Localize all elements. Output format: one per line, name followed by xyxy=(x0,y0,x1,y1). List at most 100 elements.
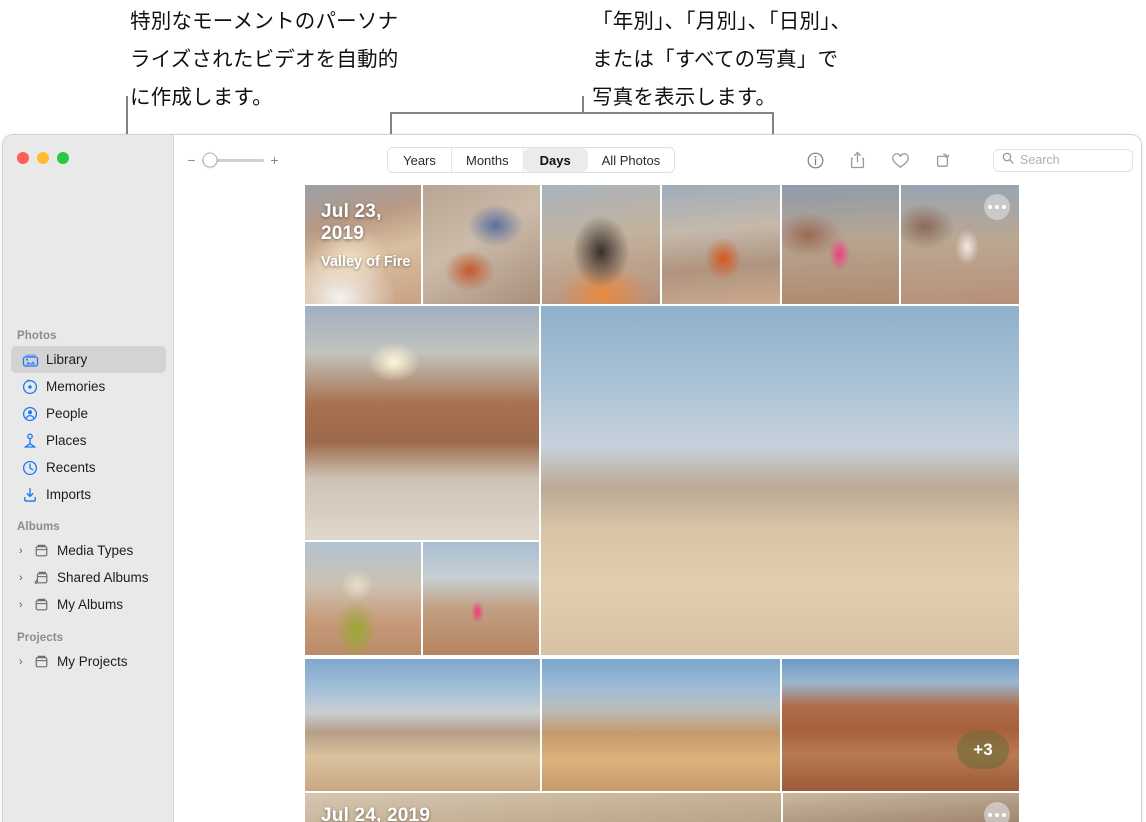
sidebar-item-media-types[interactable]: › Media Types xyxy=(11,537,166,564)
sidebar-item-people[interactable]: People xyxy=(11,400,166,427)
photo-thumbnail[interactable]: Jul 24, 2019 xyxy=(305,793,781,822)
photo-grid: Jul 23, 2019 Valley of Fire xyxy=(305,185,1019,822)
photo-thumbnail[interactable] xyxy=(305,542,421,655)
callout-bracket-left-end xyxy=(390,112,392,134)
day-group-date: Jul 24, 2019 xyxy=(321,805,430,822)
sidebar-item-label: Shared Albums xyxy=(57,570,149,585)
chevron-right-icon[interactable]: › xyxy=(19,572,30,584)
photo-row xyxy=(305,306,1019,657)
sidebar-item-places[interactable]: Places xyxy=(11,427,166,454)
sidebar-item-shared-albums[interactable]: › Shared Albums xyxy=(11,564,166,591)
photo-column xyxy=(305,306,539,657)
tab-years[interactable]: Years xyxy=(388,148,452,172)
sidebar-section-header-projects: Projects xyxy=(3,632,63,648)
photo-thumbnail[interactable] xyxy=(901,185,1019,304)
album-icon xyxy=(32,596,50,614)
sidebar-item-recents[interactable]: Recents xyxy=(11,454,166,481)
day-group-header: Jul 24, 2019 xyxy=(321,805,430,822)
minimize-button[interactable] xyxy=(37,152,49,164)
photo-thumbnail[interactable] xyxy=(423,185,541,304)
photos-app-window: Photos Library xyxy=(2,134,1142,822)
zoom-in-label[interactable]: + xyxy=(270,152,279,168)
info-icon[interactable] xyxy=(807,152,824,169)
share-icon[interactable] xyxy=(849,151,866,169)
sidebar: Photos Library xyxy=(3,135,174,822)
people-icon xyxy=(21,405,39,423)
photo-row: Jul 24, 2019 xyxy=(305,793,1019,822)
chevron-right-icon[interactable]: › xyxy=(19,656,30,668)
overflow-count-badge[interactable]: +3 xyxy=(957,731,1009,769)
photo-thumbnail[interactable] xyxy=(782,185,900,304)
places-icon xyxy=(21,432,39,450)
zoom-slider-track[interactable] xyxy=(202,159,264,162)
day-group-location: Valley of Fire xyxy=(321,254,421,270)
photo-thumbnail[interactable]: +3 xyxy=(782,659,1019,791)
sidebar-item-label: People xyxy=(46,406,88,421)
imports-icon xyxy=(21,486,39,504)
tab-days[interactable]: Days xyxy=(524,148,588,172)
sidebar-item-my-albums[interactable]: › My Albums xyxy=(11,591,166,618)
sidebar-item-label: Library xyxy=(46,352,87,367)
sidebar-item-label: My Projects xyxy=(57,654,128,669)
sidebar-item-label: Places xyxy=(46,433,87,448)
photo-thumbnail[interactable] xyxy=(305,306,539,540)
sidebar-item-label: Recents xyxy=(46,460,96,475)
toolbar-icon-group xyxy=(807,151,953,169)
photo-row: Jul 23, 2019 Valley of Fire xyxy=(305,185,1019,304)
photo-thumbnail[interactable] xyxy=(783,793,1019,822)
memories-icon xyxy=(21,378,39,396)
search-field[interactable]: Search xyxy=(993,149,1133,172)
photo-thumbnail[interactable] xyxy=(542,185,660,304)
day-group-date: Jul 23, 2019 xyxy=(321,201,421,245)
photo-thumbnail[interactable] xyxy=(542,659,779,791)
sidebar-item-imports[interactable]: Imports xyxy=(11,481,166,508)
callout-bracket-top xyxy=(390,112,774,114)
zoom-slider-knob[interactable] xyxy=(203,153,218,168)
photo-thumbnail[interactable] xyxy=(541,306,1019,655)
callout-bracket-right-end xyxy=(772,112,774,134)
sidebar-group-albums: › Media Types › xyxy=(3,537,174,618)
sidebar-item-label: Media Types xyxy=(57,543,133,558)
photo-thumbnail[interactable]: Jul 23, 2019 Valley of Fire xyxy=(305,185,421,304)
album-icon xyxy=(32,653,50,671)
sidebar-item-my-projects[interactable]: › My Projects xyxy=(11,648,166,675)
ellipsis-icon[interactable] xyxy=(984,802,1010,822)
sidebar-item-library[interactable]: Library xyxy=(11,346,166,373)
tab-months[interactable]: Months xyxy=(452,148,524,172)
content-pane: − + Years Months Days All Photos xyxy=(175,135,1141,822)
sidebar-section-header-photos: Photos xyxy=(3,330,57,346)
zoom-slider[interactable]: − + xyxy=(187,152,279,168)
zoom-out-label[interactable]: − xyxy=(187,152,196,168)
chevron-right-icon[interactable]: › xyxy=(19,545,30,557)
photo-row: +3 xyxy=(305,659,1019,791)
sidebar-item-label: My Albums xyxy=(57,597,123,612)
photo-row xyxy=(305,542,539,655)
tab-all-photos[interactable]: All Photos xyxy=(588,148,675,172)
photo-thumbnail[interactable] xyxy=(662,185,780,304)
chevron-right-icon[interactable]: › xyxy=(19,599,30,611)
sidebar-section-header-albums: Albums xyxy=(3,521,60,537)
day-group-header: Jul 23, 2019 Valley of Fire xyxy=(321,201,421,270)
callout-text-memories: 特別なモーメントのパーソナ ライズされたビデオを自動的 に作成します。 xyxy=(130,2,530,116)
recents-icon xyxy=(21,459,39,477)
sidebar-group-photos: Library Memories xyxy=(3,346,174,508)
photo-thumbnail[interactable] xyxy=(305,659,540,791)
rotate-icon[interactable] xyxy=(935,151,953,169)
callout-text-view-modes: 「年別」、「月別」、「日別」、 または「すべての写真」で 写真を表示します。 xyxy=(592,2,952,116)
ellipsis-icon[interactable] xyxy=(984,194,1010,220)
close-button[interactable] xyxy=(17,152,29,164)
sidebar-item-label: Imports xyxy=(46,487,91,502)
search-icon xyxy=(1002,151,1014,169)
sidebar-item-memories[interactable]: Memories xyxy=(11,373,166,400)
favorite-icon[interactable] xyxy=(891,152,910,169)
shared-album-icon xyxy=(32,569,50,587)
album-icon xyxy=(32,542,50,560)
library-icon xyxy=(21,351,39,369)
toolbar: − + Years Months Days All Photos xyxy=(175,135,1141,185)
window-controls xyxy=(17,152,69,164)
view-mode-segmented-control[interactable]: Years Months Days All Photos xyxy=(387,147,675,173)
zoom-button[interactable] xyxy=(57,152,69,164)
search-placeholder: Search xyxy=(1020,153,1060,167)
photo-thumbnail[interactable] xyxy=(423,542,539,655)
sidebar-item-label: Memories xyxy=(46,379,105,394)
